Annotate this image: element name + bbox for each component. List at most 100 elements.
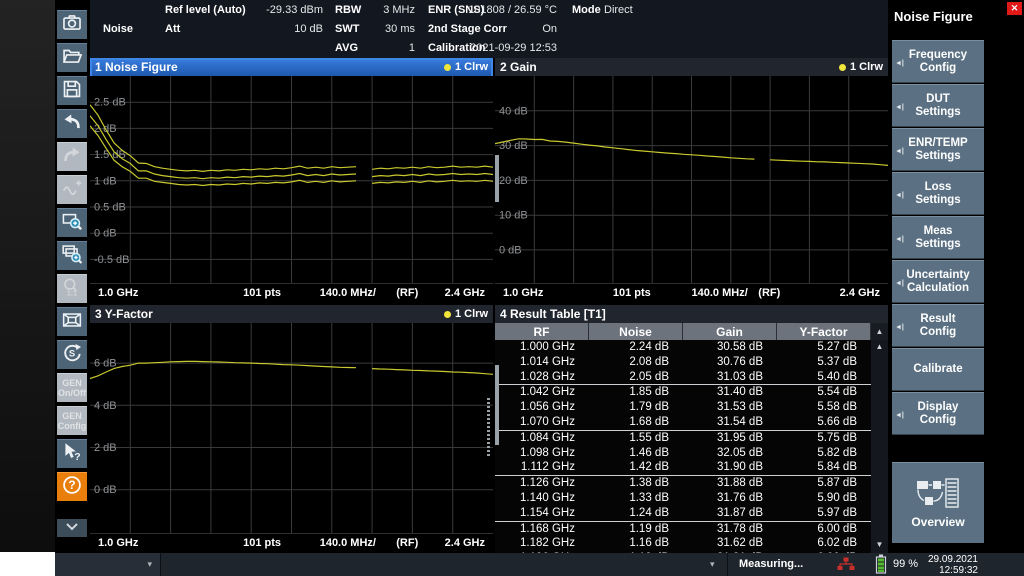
window-splitter-handle[interactable]: [495, 365, 499, 445]
table-row: 1.084 GHz1.55 dB31.95 dB5.75 dB: [495, 431, 888, 446]
table-scrollbar[interactable]: ▲ ▼: [871, 340, 888, 553]
undo-button[interactable]: [57, 109, 87, 138]
table-cell: 31.78 dB: [683, 522, 777, 537]
svg-text:4 dB: 4 dB: [94, 400, 117, 412]
gen-config-label: GENConfig: [58, 411, 87, 431]
lan-error-icon[interactable]: [837, 557, 855, 576]
svg-text:6 dB: 6 dB: [94, 358, 117, 370]
uncertainty-calculation-button[interactable]: ◄|UncertaintyCalculation: [892, 260, 984, 303]
column-header-y-factor[interactable]: Y-Factor: [777, 323, 871, 340]
restart-sweep-button[interactable]: S: [57, 340, 87, 369]
xaxis-points: 101 pts: [613, 287, 651, 299]
chart-canvas: 40 dB30 dB20 dB10 dB0 dB: [495, 76, 888, 283]
save-button[interactable]: [57, 76, 87, 105]
undo-icon: [61, 111, 83, 138]
rbw-value[interactable]: 3 MHz: [360, 4, 415, 16]
result-config-button[interactable]: ◄|ResultConfig: [892, 304, 984, 347]
window-splitter-handle[interactable]: [495, 155, 499, 202]
table-cell: 1.46 dB: [589, 446, 683, 461]
avg-label: AVG: [335, 42, 358, 54]
loss-settings-button[interactable]: ◄|LossSettings: [892, 172, 984, 215]
window-titlebar[interactable]: 2 Gain 1 Clrw: [495, 58, 888, 76]
table-cell: 1.24 dB: [589, 506, 683, 521]
dut-settings-button[interactable]: ◄|DUTSettings: [892, 84, 984, 127]
window-titlebar[interactable]: 4 Result Table [T1]: [495, 305, 888, 323]
table-cell: 6.02 dB: [777, 536, 871, 551]
wave-plus-icon: [61, 177, 83, 204]
context-help-button[interactable]: ?: [57, 439, 87, 468]
table-cell: 1.79 dB: [589, 400, 683, 415]
window-noise-figure[interactable]: 1 Noise Figure 1 Clrw 2.5 dB2 dB1.5 dB1 …: [90, 58, 493, 303]
chevron-down-icon[interactable]: ▾: [710, 559, 715, 570]
mode-value[interactable]: Direct: [604, 4, 633, 16]
svg-text:2.5 dB: 2.5 dB: [94, 97, 126, 109]
enr-value[interactable]: 101808 / 26.59 °C: [445, 4, 557, 16]
ref-level-value[interactable]: -29.33 dBm: [230, 4, 323, 16]
xaxis-stop: 2.4 GHz: [445, 287, 485, 299]
table-cell: 5.82 dB: [777, 446, 871, 461]
enr-temp-settings-button[interactable]: ◄|ENR/TEMPSettings: [892, 128, 984, 171]
scroll-down-icon[interactable]: ▼: [871, 540, 888, 549]
toolbar-collapse-button[interactable]: [57, 519, 87, 537]
channel-tab[interactable]: Noise: [103, 23, 133, 35]
date-time[interactable]: 29.09.2021 12:59:32: [928, 554, 978, 576]
window-titlebar[interactable]: 3 Y-Factor 1 Clrw: [90, 305, 493, 323]
help-icon: ?: [61, 474, 83, 501]
cursor-help-icon: ?: [61, 441, 83, 468]
table-cell: 1.33 dB: [589, 491, 683, 506]
single-zoom-button[interactable]: [57, 208, 87, 237]
submenu-arrow-icon: ◄|: [895, 409, 904, 422]
trace-legend[interactable]: 1 Clrw: [444, 61, 488, 73]
display-config-button[interactable]: ◄|DisplayConfig: [892, 392, 984, 435]
column-header-noise[interactable]: Noise: [589, 323, 683, 340]
chevron-down-icon[interactable]: ▾: [147, 559, 152, 570]
table-row: 1.070 GHz1.68 dB31.54 dB5.66 dB: [495, 415, 888, 431]
screen-edge: [0, 0, 55, 576]
window-title: 4 Result Table [T1]: [500, 307, 606, 321]
open-file-button[interactable]: [57, 43, 87, 72]
scroll-up-icon[interactable]: ▲: [871, 342, 888, 351]
calibrate-button[interactable]: Calibrate: [892, 348, 984, 391]
att-value[interactable]: 10 dB: [230, 23, 323, 35]
table-cell: 5.66 dB: [777, 415, 871, 430]
display-frame-button[interactable]: [57, 307, 87, 336]
screenshot-button[interactable]: [57, 10, 87, 39]
window-result-table[interactable]: 4 Result Table [T1] RFNoiseGainY-Factor▲…: [495, 305, 888, 553]
scroll-up-icon[interactable]: ▲: [871, 323, 888, 340]
table-cell: 1.084 GHz: [495, 431, 589, 446]
xaxis-ref: (RF): [396, 287, 418, 299]
window-gain[interactable]: 2 Gain 1 Clrw 40 dB30 dB20 dB10 dB0 dB 1…: [495, 58, 888, 303]
close-button[interactable]: ✕: [1007, 2, 1022, 15]
multiple-zoom-button[interactable]: [57, 241, 87, 270]
overview-button[interactable]: Overview: [892, 462, 984, 543]
corr-value[interactable]: On: [445, 23, 557, 35]
table-cell: 5.58 dB: [777, 400, 871, 415]
help-button[interactable]: ?: [57, 472, 87, 501]
swt-value[interactable]: 30 ms: [360, 23, 415, 35]
table-cell: 1.68 dB: [589, 415, 683, 430]
svg-text:1.5 dB: 1.5 dB: [94, 149, 126, 161]
xaxis-ref: (RF): [758, 287, 780, 299]
table-cell: 6.00 dB: [777, 522, 871, 537]
trace-legend[interactable]: 1 Clrw: [444, 308, 488, 320]
window-y-factor[interactable]: 3 Y-Factor 1 Clrw 6 dB4 dB2 dB0 dB 1.0 G…: [90, 305, 493, 553]
xaxis-start: 1.0 GHz: [98, 537, 138, 549]
avg-value[interactable]: 1: [360, 42, 415, 54]
analyzer-screen: 1:1SGENOn/OffGENConfig?? Noise Ref level…: [0, 0, 1024, 576]
frequency-config-button[interactable]: ◄|FrequencyConfig: [892, 40, 984, 83]
table-cell: 31.88 dB: [683, 476, 777, 491]
trace-legend[interactable]: 1 Clrw: [839, 61, 883, 73]
column-header-gain[interactable]: Gain: [683, 323, 777, 340]
table-cell: 1.140 GHz: [495, 491, 589, 506]
xaxis-stop: 2.4 GHz: [840, 287, 880, 299]
chevron-down-icon: [62, 519, 82, 537]
gen-config-button: GENConfig: [57, 406, 87, 435]
xaxis-start: 1.0 GHz: [98, 287, 138, 299]
meas-settings-button[interactable]: ◄|MeasSettings: [892, 216, 984, 259]
window-titlebar[interactable]: 1 Noise Figure 1 Clrw: [90, 58, 493, 76]
table-cell: 1.042 GHz: [495, 385, 589, 400]
softkey-menu-title: Noise Figure: [894, 9, 973, 24]
window-splitter-handle[interactable]: [487, 398, 490, 458]
svg-text:1:1: 1:1: [67, 289, 77, 297]
column-header-rf[interactable]: RF: [495, 323, 589, 340]
